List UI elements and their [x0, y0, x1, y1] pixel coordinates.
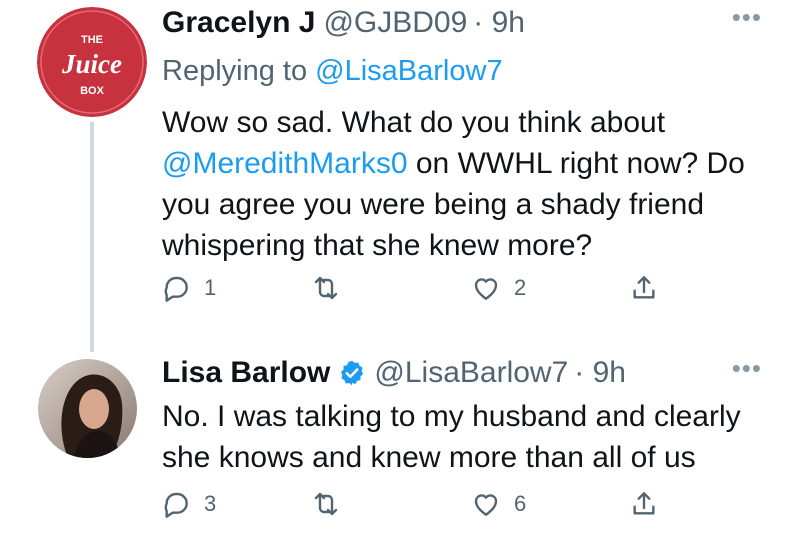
like-icon	[474, 494, 498, 516]
tweet-text-line: whispering that she knew more?	[162, 229, 593, 262]
tweet-lisa-barlow[interactable]: Lisa Barlow @LisaBarlow7 · 9h ••• No. I …	[0, 345, 800, 535]
like-button[interactable]: 2	[470, 272, 526, 304]
svg-text:THE: THE	[81, 34, 103, 46]
profile-photo	[38, 359, 137, 458]
like-count: 2	[514, 275, 527, 300]
replying-mention-link[interactable]: @LisaBarlow7	[315, 55, 502, 87]
thread-line	[90, 122, 94, 352]
more-icon[interactable]: •••	[732, 353, 762, 384]
more-icon[interactable]: •••	[732, 2, 762, 33]
tweet-gracelyn[interactable]: THE Juice BOX Gracelyn J @GJBD09 · 9h ••…	[0, 0, 800, 352]
replying-to: Replying to @LisaBarlow7	[162, 55, 503, 88]
mention-link[interactable]: @MeredithMarks0	[162, 147, 408, 180]
tweet-header: Gracelyn J @GJBD09 · 9h	[162, 6, 525, 40]
retweet-button[interactable]	[310, 272, 354, 304]
share-button[interactable]	[628, 488, 660, 520]
share-button[interactable]	[628, 272, 660, 304]
tweet-text: Wow so sad. What do you think about @Mer…	[162, 102, 782, 266]
tweet-header: Lisa Barlow @LisaBarlow7 · 9h	[162, 356, 626, 390]
svg-text:Juice: Juice	[61, 49, 122, 79]
replying-prefix: Replying to	[162, 55, 308, 87]
tweet-time[interactable]: · 9h	[574, 356, 626, 390]
author-handle[interactable]: @GJBD09	[323, 6, 467, 40]
verified-badge-icon	[341, 360, 364, 386]
share-icon	[633, 492, 655, 515]
tweet-text-fragment: on WWHL right now? Do	[407, 147, 745, 180]
avatar-juice-box[interactable]: THE Juice BOX	[37, 7, 147, 117]
tweet-text-line: you agree you were being a shady friend	[162, 188, 705, 221]
retweet-button[interactable]	[310, 488, 354, 520]
tweet-time[interactable]: · 9h	[473, 6, 525, 40]
share-icon	[633, 276, 655, 299]
juice-box-logo: THE Juice BOX	[37, 7, 147, 117]
reply-icon	[164, 276, 188, 302]
retweet-icon	[314, 492, 338, 516]
like-button[interactable]: 6	[470, 488, 526, 520]
reply-button[interactable]: 3	[160, 488, 216, 520]
like-icon	[474, 278, 498, 300]
action-bar: 3 6	[160, 488, 660, 528]
tweet-text-line: she knows and knew more than all of us	[162, 441, 696, 474]
svg-text:BOX: BOX	[80, 85, 105, 97]
author-name[interactable]: Lisa Barlow	[162, 356, 330, 390]
tweet-text-line: No. I was talking to my husband and clea…	[162, 400, 741, 433]
retweet-icon	[314, 276, 338, 300]
reply-count: 1	[204, 275, 217, 300]
avatar-lisa-barlow[interactable]	[38, 359, 137, 458]
tweet-text-line: @MeredithMarks0 on WWHL right now? Do	[162, 143, 782, 184]
action-bar: 1 2	[160, 272, 660, 312]
tweet-text: No. I was talking to my husband and clea…	[162, 396, 782, 478]
tweet-text-line: Wow so sad. What do you think about	[162, 106, 666, 139]
author-name[interactable]: Gracelyn J	[162, 6, 315, 40]
reply-button[interactable]: 1	[160, 272, 216, 304]
like-count: 6	[514, 491, 527, 516]
author-handle[interactable]: @LisaBarlow7	[374, 356, 568, 390]
reply-icon	[164, 492, 188, 518]
reply-count: 3	[204, 491, 217, 516]
